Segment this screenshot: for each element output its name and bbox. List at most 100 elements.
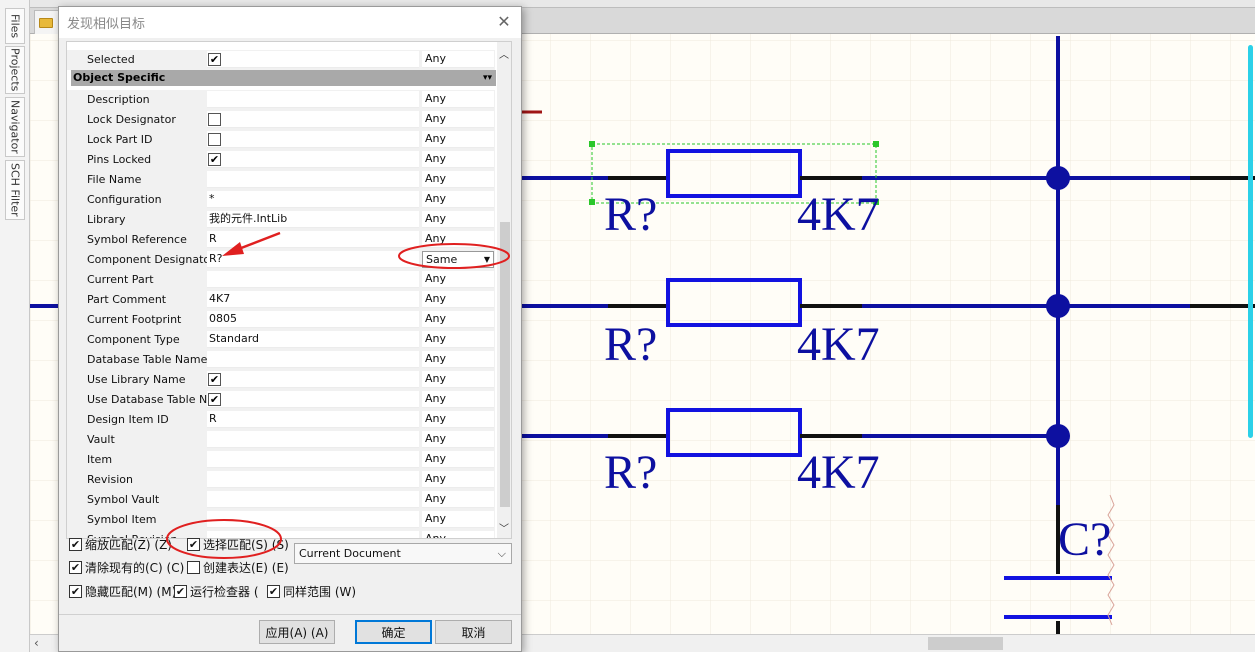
row-value <box>207 51 419 68</box>
section-header-object-specific[interactable]: Object Specific ▾▾ <box>71 70 496 86</box>
grid-row: Database Table Name Any <box>67 350 495 370</box>
row-match-text: Any <box>425 172 447 185</box>
row-match[interactable]: Any <box>422 131 494 148</box>
grid-scroll-thumb[interactable] <box>500 222 510 507</box>
row-value[interactable] <box>207 171 419 188</box>
row-value[interactable]: 我的元件.IntLib <box>207 211 419 228</box>
cancel-button[interactable]: 取消 <box>435 620 512 644</box>
row-value[interactable] <box>207 371 419 388</box>
row-match[interactable]: Any <box>422 431 494 448</box>
scope-dropdown[interactable]: Current Document ⌵ <box>294 543 512 564</box>
row-checkbox[interactable]: ✔ <box>208 393 221 406</box>
row-match[interactable]: Any <box>422 531 494 539</box>
row-match[interactable]: Any <box>422 151 494 168</box>
tab-sch-filter[interactable]: SCH Filter <box>5 160 25 220</box>
clear-existing-option[interactable]: ✔ 清除现有的(C) (C) <box>69 559 184 576</box>
close-icon[interactable]: ✕ <box>495 13 513 31</box>
row-value[interactable] <box>207 471 419 488</box>
row-value[interactable] <box>207 431 419 448</box>
row-checkbox[interactable]: ✔ <box>208 153 221 166</box>
scroll-up-icon[interactable]: ︿ <box>499 46 509 61</box>
create-expression-checkbox[interactable] <box>187 561 200 574</box>
mask-match-option[interactable]: ✔ 隐藏匹配(M) (M) <box>69 583 176 600</box>
row-match[interactable]: Any <box>422 171 494 188</box>
row-value[interactable] <box>207 151 419 168</box>
select-match-option[interactable]: ✔ 选择匹配(S) (S) <box>187 536 289 553</box>
tab-projects[interactable]: Projects <box>5 46 25 94</box>
row-value[interactable]: R? <box>207 251 419 268</box>
row-match[interactable]: Any <box>422 451 494 468</box>
tab-files[interactable]: Files <box>5 8 25 44</box>
properties-grid: Selected ✔ Any Object Specific ▾▾ Descri… <box>66 41 512 539</box>
row-match[interactable]: Any <box>422 91 494 108</box>
ok-button[interactable]: 确定 <box>355 620 432 644</box>
row-match[interactable]: Any <box>422 191 494 208</box>
row-match[interactable]: Any <box>422 291 494 308</box>
row-label: Lock Designator <box>87 113 176 126</box>
run-inspector-checkbox[interactable]: ✔ <box>174 585 187 598</box>
row-match[interactable]: Any <box>422 411 494 428</box>
zoom-match-checkbox[interactable]: ✔ <box>69 538 82 551</box>
row-match-text: Any <box>425 532 447 539</box>
row-value[interactable]: 4K7 <box>207 291 419 308</box>
row-value[interactable] <box>207 111 419 128</box>
row-value[interactable] <box>207 91 419 108</box>
grid-vertical-scrollbar[interactable]: ︿ ﹀ <box>497 42 511 538</box>
row-match[interactable]: Any <box>422 351 494 368</box>
match-dropdown[interactable]: Same ▼ <box>422 251 494 268</box>
row-value[interactable] <box>207 131 419 148</box>
row-checkbox[interactable]: ✔ <box>208 373 221 386</box>
row-match[interactable]: Any <box>422 111 494 128</box>
row-checkbox[interactable] <box>208 133 221 146</box>
row-value[interactable]: R <box>207 411 419 428</box>
row-match-text: Any <box>425 212 447 225</box>
row-match-text: Any <box>425 412 447 425</box>
row-label: Use Library Name <box>87 373 186 386</box>
row-label: Part Comment <box>87 293 167 306</box>
row-value[interactable]: Standard <box>207 331 419 348</box>
scroll-thumb[interactable] <box>928 637 1003 650</box>
same-scope-label: 同样范围 (W) <box>283 585 357 599</box>
scroll-down-icon[interactable]: ﹀ <box>499 520 509 535</box>
row-checkbox[interactable] <box>208 113 221 126</box>
clear-existing-checkbox[interactable]: ✔ <box>69 561 82 574</box>
row-match[interactable]: Any <box>422 231 494 248</box>
dropdown-arrow-icon[interactable]: ▼ <box>484 252 490 267</box>
same-scope-checkbox[interactable]: ✔ <box>267 585 280 598</box>
row-match[interactable]: Any <box>422 311 494 328</box>
grid-row: Symbol Vault Any <box>67 490 495 510</box>
row-value[interactable]: R <box>207 231 419 248</box>
collapse-icon[interactable]: ▾▾ <box>483 70 492 86</box>
row-match[interactable]: Any <box>422 391 494 408</box>
scroll-left-icon[interactable]: ‹ <box>34 636 39 650</box>
row-match[interactable]: Any <box>422 211 494 228</box>
mask-match-checkbox[interactable]: ✔ <box>69 585 82 598</box>
row-value[interactable]: 0805 <box>207 311 419 328</box>
row-value[interactable] <box>207 391 419 408</box>
zoom-match-option[interactable]: ✔ 缩放匹配(Z) (Z) <box>69 536 172 553</box>
create-expression-option[interactable]: 创建表达(E) (E) <box>187 559 289 576</box>
row-value[interactable] <box>207 271 419 288</box>
row-match[interactable]: Any <box>422 511 494 528</box>
grid-row-selected: Selected ✔ Any <box>67 50 495 70</box>
row-value[interactable] <box>207 511 419 528</box>
row-match[interactable]: Any <box>422 371 494 388</box>
tab-navigator[interactable]: Navigator <box>5 97 25 157</box>
row-match[interactable]: Any <box>422 471 494 488</box>
row-value[interactable] <box>207 451 419 468</box>
run-inspector-option[interactable]: ✔ 运行检查器 ( <box>174 583 259 600</box>
same-scope-option[interactable]: ✔ 同样范围 (W) <box>267 583 356 600</box>
select-match-checkbox[interactable]: ✔ <box>187 538 200 551</box>
row-label: Description <box>87 93 150 106</box>
row-match[interactable]: Any <box>422 51 494 68</box>
row-match[interactable]: Any <box>422 331 494 348</box>
selected-checkbox[interactable]: ✔ <box>208 53 221 66</box>
row-match[interactable]: Any <box>422 491 494 508</box>
row-value[interactable]: * <box>207 191 419 208</box>
tab-sch-filter-label: SCH Filter <box>8 163 22 217</box>
apply-button[interactable]: 应用(A) (A) <box>259 620 335 644</box>
row-value[interactable] <box>207 491 419 508</box>
row-value[interactable] <box>207 351 419 368</box>
row-match[interactable]: Any <box>422 271 494 288</box>
right-scroll-indicator[interactable] <box>1248 45 1253 438</box>
